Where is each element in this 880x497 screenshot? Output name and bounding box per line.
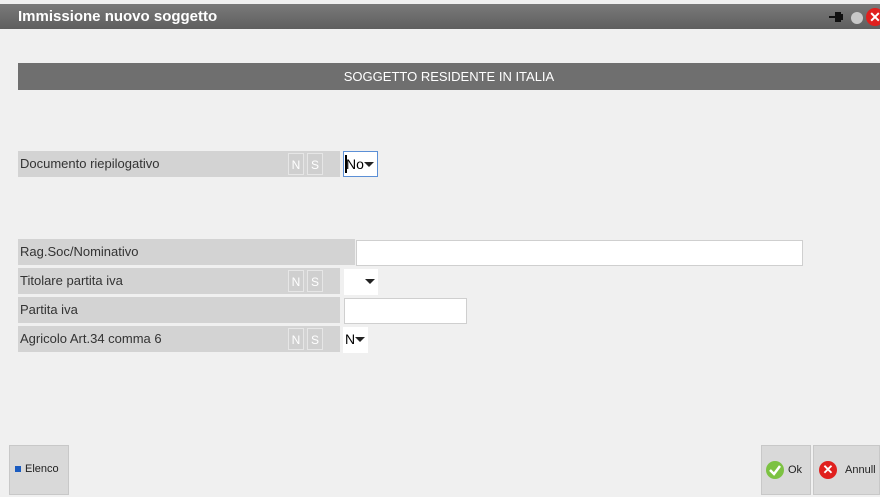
ns-s-button-agricolo[interactable]: S <box>307 328 323 350</box>
chevron-down-icon <box>365 279 375 284</box>
section-header: SOGGETTO RESIDENTE IN ITALIA <box>18 63 880 90</box>
agricolo-value: N <box>345 331 356 347</box>
chevron-down-icon <box>355 337 365 342</box>
ns-s-button-documento[interactable]: S <box>307 153 323 175</box>
close-icon[interactable]: ✕ <box>866 8 880 26</box>
ok-button[interactable]: Ok <box>761 445 811 495</box>
titolare-partita-iva-select[interactable] <box>344 269 378 295</box>
label-rag-soc: Rag.Soc/Nominativo <box>18 239 355 265</box>
list-icon <box>15 466 21 472</box>
chevron-down-icon <box>364 162 374 167</box>
ns-n-button-agricolo[interactable]: N <box>288 328 304 350</box>
annulla-label: Annull <box>845 464 876 476</box>
documento-riepilogativo-value: No <box>346 156 364 172</box>
title-bar: Immissione nuovo soggetto ✕ <box>0 4 880 29</box>
ok-label: Ok <box>788 464 803 476</box>
dialog-window: Immissione nuovo soggetto ✕ SOGGETTO RES… <box>0 0 880 497</box>
cancel-icon: ✕ <box>819 461 837 479</box>
label-partita-iva: Partita iva <box>18 297 340 323</box>
ns-n-button-documento[interactable]: N <box>288 153 304 175</box>
annulla-button[interactable]: ✕ Annull <box>813 445 880 495</box>
agricolo-select[interactable]: N <box>343 327 368 353</box>
partita-iva-input[interactable] <box>344 298 467 324</box>
status-dot-icon <box>851 12 863 24</box>
rag-soc-input[interactable] <box>356 240 803 266</box>
window-title: Immissione nuovo soggetto <box>18 8 218 25</box>
elenco-label: Elenco <box>25 463 59 475</box>
documento-riepilogativo-select[interactable]: No <box>343 151 378 177</box>
ns-s-button-titolare[interactable]: S <box>307 270 323 292</box>
text-cursor <box>345 155 347 173</box>
elenco-button[interactable]: Elenco <box>9 445 69 495</box>
check-icon <box>766 461 784 479</box>
pin-icon[interactable] <box>829 10 843 22</box>
ns-n-button-titolare[interactable]: N <box>288 270 304 292</box>
